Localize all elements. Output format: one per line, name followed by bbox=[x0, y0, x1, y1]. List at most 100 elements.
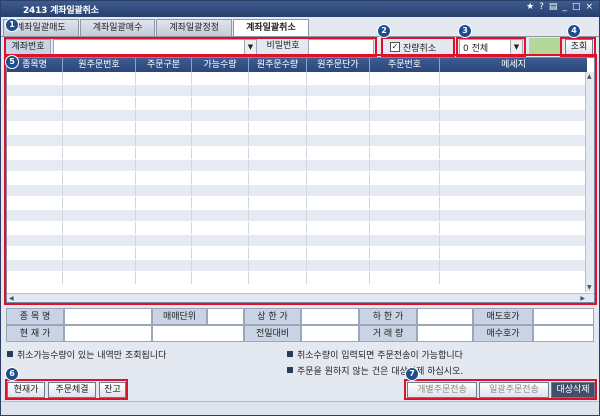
table-cell[interactable] bbox=[192, 84, 249, 96]
table-cell[interactable] bbox=[63, 134, 136, 146]
delete-target-button[interactable]: 대상삭제 bbox=[551, 382, 595, 398]
table-cell[interactable] bbox=[370, 147, 440, 159]
individual-send-button[interactable]: 개별주문전송 bbox=[407, 382, 477, 398]
table-cell[interactable] bbox=[249, 134, 307, 146]
table-cell[interactable] bbox=[370, 209, 440, 221]
table-cell[interactable] bbox=[307, 209, 370, 221]
table-cell[interactable] bbox=[136, 134, 192, 146]
scroll-right-icon[interactable]: ▶ bbox=[580, 295, 585, 302]
table-cell[interactable] bbox=[136, 222, 192, 234]
table-cell[interactable] bbox=[136, 247, 192, 259]
table-row[interactable] bbox=[7, 97, 587, 110]
table-cell[interactable] bbox=[370, 122, 440, 134]
table-cell[interactable] bbox=[192, 209, 249, 221]
table-cell[interactable] bbox=[7, 222, 63, 234]
remain-cancel-checkbox[interactable]: ✓ bbox=[390, 42, 400, 52]
table-cell[interactable] bbox=[370, 134, 440, 146]
table-cell[interactable] bbox=[192, 222, 249, 234]
table-cell[interactable] bbox=[7, 159, 63, 171]
table-cell[interactable] bbox=[370, 259, 440, 271]
table-row[interactable] bbox=[7, 272, 587, 285]
table-cell[interactable] bbox=[370, 234, 440, 246]
table-cell[interactable] bbox=[192, 147, 249, 159]
table-cell[interactable] bbox=[370, 84, 440, 96]
scroll-left-icon[interactable]: ◀ bbox=[9, 295, 14, 302]
table-cell[interactable] bbox=[7, 209, 63, 221]
table-cell[interactable] bbox=[370, 247, 440, 259]
table-cell[interactable] bbox=[63, 72, 136, 84]
table-cell[interactable] bbox=[136, 72, 192, 84]
type-select-arrow[interactable]: ▼ bbox=[510, 40, 522, 54]
table-cell[interactable] bbox=[440, 222, 587, 234]
table-cell[interactable] bbox=[249, 272, 307, 284]
table-cell[interactable] bbox=[249, 259, 307, 271]
table-cell[interactable] bbox=[440, 97, 587, 109]
table-cell[interactable] bbox=[249, 122, 307, 134]
table-cell[interactable] bbox=[307, 259, 370, 271]
table-cell[interactable] bbox=[192, 197, 249, 209]
account-dropdown-arrow[interactable]: ▼ bbox=[244, 40, 256, 54]
table-row[interactable] bbox=[7, 259, 587, 272]
table-cell[interactable] bbox=[249, 184, 307, 196]
table-cell[interactable] bbox=[307, 272, 370, 284]
table-cell[interactable] bbox=[440, 109, 587, 121]
table-cell[interactable] bbox=[249, 109, 307, 121]
vertical-scrollbar[interactable]: ▲ ▼ bbox=[585, 72, 594, 292]
password-input[interactable] bbox=[308, 39, 374, 55]
table-cell[interactable] bbox=[307, 97, 370, 109]
table-cell[interactable] bbox=[192, 72, 249, 84]
table-cell[interactable] bbox=[136, 159, 192, 171]
table-cell[interactable] bbox=[370, 72, 440, 84]
table-cell[interactable] bbox=[192, 122, 249, 134]
table-cell[interactable] bbox=[7, 234, 63, 246]
table-cell[interactable] bbox=[7, 259, 63, 271]
table-cell[interactable] bbox=[370, 197, 440, 209]
table-row[interactable] bbox=[7, 134, 587, 147]
table-cell[interactable] bbox=[370, 109, 440, 121]
table-row[interactable] bbox=[7, 209, 587, 222]
bulk-send-button[interactable]: 일괄주문전송 bbox=[479, 382, 549, 398]
table-cell[interactable] bbox=[249, 209, 307, 221]
table-cell[interactable] bbox=[370, 97, 440, 109]
table-row[interactable] bbox=[7, 197, 587, 210]
table-cell[interactable] bbox=[7, 197, 63, 209]
scroll-down-icon[interactable]: ▼ bbox=[587, 284, 592, 291]
menu-icon[interactable]: ▤ bbox=[549, 2, 558, 12]
table-cell[interactable] bbox=[192, 247, 249, 259]
current-price-button[interactable]: 현재가 bbox=[7, 382, 45, 398]
minimize-icon[interactable]: _ bbox=[562, 2, 567, 12]
table-cell[interactable] bbox=[440, 197, 587, 209]
table-cell[interactable] bbox=[307, 84, 370, 96]
table-cell[interactable] bbox=[307, 159, 370, 171]
table-row[interactable] bbox=[7, 234, 587, 247]
table-cell[interactable] bbox=[63, 97, 136, 109]
table-cell[interactable] bbox=[307, 134, 370, 146]
table-cell[interactable] bbox=[192, 272, 249, 284]
table-cell[interactable] bbox=[63, 172, 136, 184]
table-cell[interactable] bbox=[192, 134, 249, 146]
table-cell[interactable] bbox=[192, 234, 249, 246]
table-cell[interactable] bbox=[136, 147, 192, 159]
table-cell[interactable] bbox=[136, 259, 192, 271]
table-cell[interactable] bbox=[7, 72, 63, 84]
table-cell[interactable] bbox=[307, 184, 370, 196]
table-cell[interactable] bbox=[63, 184, 136, 196]
table-row[interactable] bbox=[7, 247, 587, 260]
table-cell[interactable] bbox=[307, 222, 370, 234]
balance-button[interactable]: 잔고 bbox=[99, 382, 126, 398]
table-cell[interactable] bbox=[136, 234, 192, 246]
table-cell[interactable] bbox=[7, 122, 63, 134]
table-row[interactable] bbox=[7, 84, 587, 97]
table-cell[interactable] bbox=[370, 222, 440, 234]
table-cell[interactable] bbox=[307, 147, 370, 159]
table-cell[interactable] bbox=[249, 172, 307, 184]
table-cell[interactable] bbox=[307, 72, 370, 84]
table-cell[interactable] bbox=[7, 109, 63, 121]
table-row[interactable] bbox=[7, 184, 587, 197]
table-cell[interactable] bbox=[7, 272, 63, 284]
table-cell[interactable] bbox=[307, 109, 370, 121]
table-cell[interactable] bbox=[249, 247, 307, 259]
table-cell[interactable] bbox=[136, 184, 192, 196]
table-cell[interactable] bbox=[440, 84, 587, 96]
table-cell[interactable] bbox=[440, 234, 587, 246]
